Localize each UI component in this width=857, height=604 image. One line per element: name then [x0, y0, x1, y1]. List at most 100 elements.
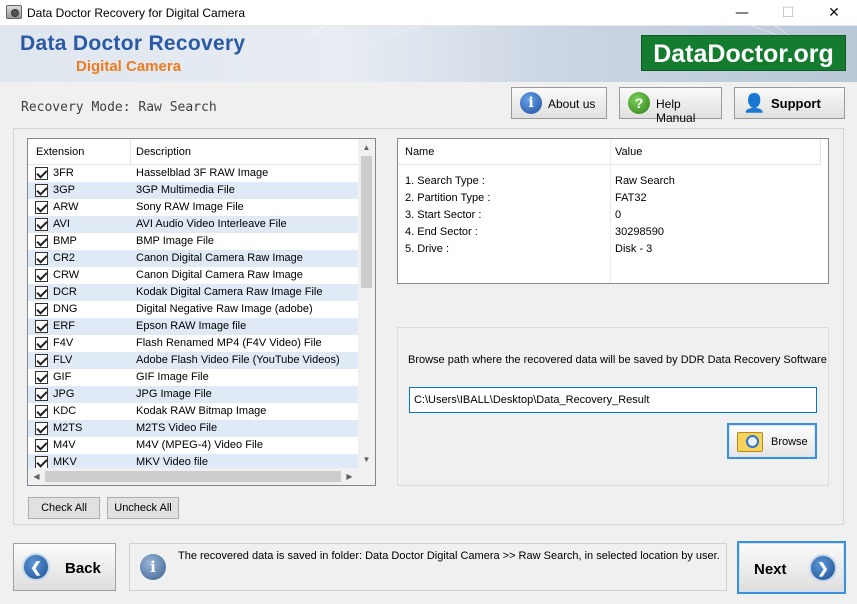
list-item[interactable]: M4V M4V (MPEG-4) Video File [28, 437, 358, 454]
list-item[interactable]: CR2 Canon Digital Camera Raw Image [28, 250, 358, 267]
extension-code: AVI [53, 218, 70, 230]
next-button[interactable]: Next ❯ [737, 541, 846, 594]
horizontal-scrollbar[interactable]: ◀ ▶ [28, 468, 358, 485]
extension-checkbox[interactable] [35, 184, 48, 197]
property-name: 1. Search Type : [405, 175, 485, 187]
back-button[interactable]: ❮ Back [13, 543, 116, 591]
property-value: Disk - 3 [615, 243, 653, 255]
extension-code: BMP [53, 235, 77, 247]
column-description[interactable]: Description [136, 146, 191, 158]
extension-description: Epson RAW Image file [136, 320, 247, 332]
table-row: 1. Search Type : Raw Search [398, 173, 820, 190]
extension-checkbox[interactable] [35, 422, 48, 435]
browse-button[interactable]: Browse [727, 423, 817, 459]
column-extension[interactable]: Extension [36, 146, 84, 158]
column-value[interactable]: Value [615, 146, 642, 158]
browse-path-label: Browse path where the recovered data wil… [408, 354, 827, 366]
list-item[interactable]: DCR Kodak Digital Camera Raw Image File [28, 284, 358, 301]
help-manual-button[interactable]: ? Help Manual [619, 87, 722, 125]
list-item[interactable]: BMP BMP Image File [28, 233, 358, 250]
app-banner: Data Doctor Recovery Digital Camera Data… [0, 26, 857, 82]
column-name[interactable]: Name [405, 146, 434, 158]
horizontal-scroll-thumb[interactable] [45, 471, 341, 482]
list-item[interactable]: 3GP 3GP Multimedia File [28, 182, 358, 199]
next-arrow-icon: ❯ [809, 554, 837, 582]
list-item[interactable]: GIF GIF Image File [28, 369, 358, 386]
uncheck-all-button[interactable]: Uncheck All [107, 497, 179, 519]
close-button[interactable]: ✕ [811, 0, 857, 26]
property-name: 5. Drive : [405, 243, 450, 255]
extension-checkbox[interactable] [35, 269, 48, 282]
extension-code: DCR [53, 286, 77, 298]
extension-description: BMP Image File [136, 235, 215, 247]
extension-code: M2TS [53, 422, 83, 434]
scroll-down-icon[interactable]: ▼ [358, 451, 375, 468]
list-item[interactable]: ERF Epson RAW Image file [28, 318, 358, 335]
extension-rows: 3FR Hasselblad 3F RAW Image 3GP 3GP Multime… [28, 165, 358, 471]
extension-description: Canon Digital Camera Raw Image [136, 252, 303, 264]
list-item[interactable]: FLV Adobe Flash Video File (YouTube Video… [28, 352, 358, 369]
list-item[interactable]: ARW Sony RAW Image File [28, 199, 358, 216]
support-person-icon: 👤 [743, 93, 766, 113]
extension-checkbox[interactable] [35, 252, 48, 265]
info-icon: i [140, 554, 166, 580]
extension-checkbox[interactable] [35, 201, 48, 214]
extension-checkbox[interactable] [35, 303, 48, 316]
camera-icon [6, 5, 22, 19]
property-name: 3. Start Sector : [405, 209, 482, 221]
save-path-input[interactable] [409, 387, 817, 413]
extension-code: ERF [53, 320, 75, 332]
extension-description: GIF Image File [136, 371, 209, 383]
extension-code: JPG [53, 388, 75, 400]
window-title: Data Doctor Recovery for Digital Camera [27, 6, 246, 20]
extension-code: 3FR [53, 167, 74, 179]
list-item[interactable]: F4V Flash Renamed MP4 (F4V Video) File [28, 335, 358, 352]
status-message: The recovered data is saved in folder: D… [178, 550, 720, 562]
list-item[interactable]: DNG Digital Negative Raw Image (adobe) [28, 301, 358, 318]
extension-checkbox[interactable] [35, 320, 48, 333]
property-value: Raw Search [615, 175, 675, 187]
extension-checkbox[interactable] [35, 371, 48, 384]
support-button[interactable]: 👤 Support [734, 87, 845, 119]
properties-header: Name Value [398, 139, 820, 165]
extension-code: CRW [53, 269, 80, 281]
list-item[interactable]: JPG JPG Image File [28, 386, 358, 403]
list-item[interactable]: AVI AVI Audio Video Interleave File [28, 216, 358, 233]
extension-description: M2TS Video File [136, 422, 218, 434]
extension-description: JPG Image File [136, 388, 212, 400]
extension-checkbox[interactable] [35, 286, 48, 299]
search-properties-grid: Name Value 1. Search Type : Raw Search 2. … [397, 138, 829, 284]
extension-checkbox[interactable] [35, 167, 48, 180]
brand-title: Data Doctor Recovery [20, 32, 246, 55]
check-all-button[interactable]: Check All [28, 497, 100, 519]
scroll-right-icon[interactable]: ▶ [341, 468, 358, 485]
extension-code: F4V [53, 337, 74, 349]
extension-code: DNG [53, 303, 78, 315]
about-us-button[interactable]: i About us [511, 87, 607, 119]
extension-checkbox[interactable] [35, 337, 48, 350]
help-icon: ? [628, 92, 650, 114]
extension-list[interactable]: Extension Description 3FR Hasselblad 3F R… [27, 138, 376, 486]
extension-checkbox[interactable] [35, 388, 48, 401]
maximize-button[interactable]: ☐ [765, 0, 811, 26]
extension-list-header: Extension Description [28, 139, 358, 165]
extension-code: 3GP [53, 184, 76, 196]
list-item[interactable]: KDC Kodak RAW Bitmap Image [28, 403, 358, 420]
scroll-left-icon[interactable]: ◀ [28, 468, 45, 485]
extension-checkbox[interactable] [35, 439, 48, 452]
extension-checkbox[interactable] [35, 235, 48, 248]
scroll-up-icon[interactable]: ▲ [358, 139, 375, 156]
property-value: FAT32 [615, 192, 647, 204]
extension-checkbox[interactable] [35, 405, 48, 418]
status-info-box: i The recovered data is saved in folder:… [129, 543, 727, 591]
list-item[interactable]: M2TS M2TS Video File [28, 420, 358, 437]
minimize-button[interactable]: — [719, 0, 765, 26]
extension-code: CR2 [53, 252, 76, 264]
table-row: 2. Partition Type : FAT32 [398, 190, 820, 207]
extension-checkbox[interactable] [35, 218, 48, 231]
list-item[interactable]: CRW Canon Digital Camera Raw Image [28, 267, 358, 284]
list-item[interactable]: 3FR Hasselblad 3F RAW Image [28, 165, 358, 182]
vertical-scroll-thumb[interactable] [361, 156, 372, 288]
vertical-scrollbar[interactable]: ▲ ▼ [358, 139, 375, 468]
extension-checkbox[interactable] [35, 354, 48, 367]
